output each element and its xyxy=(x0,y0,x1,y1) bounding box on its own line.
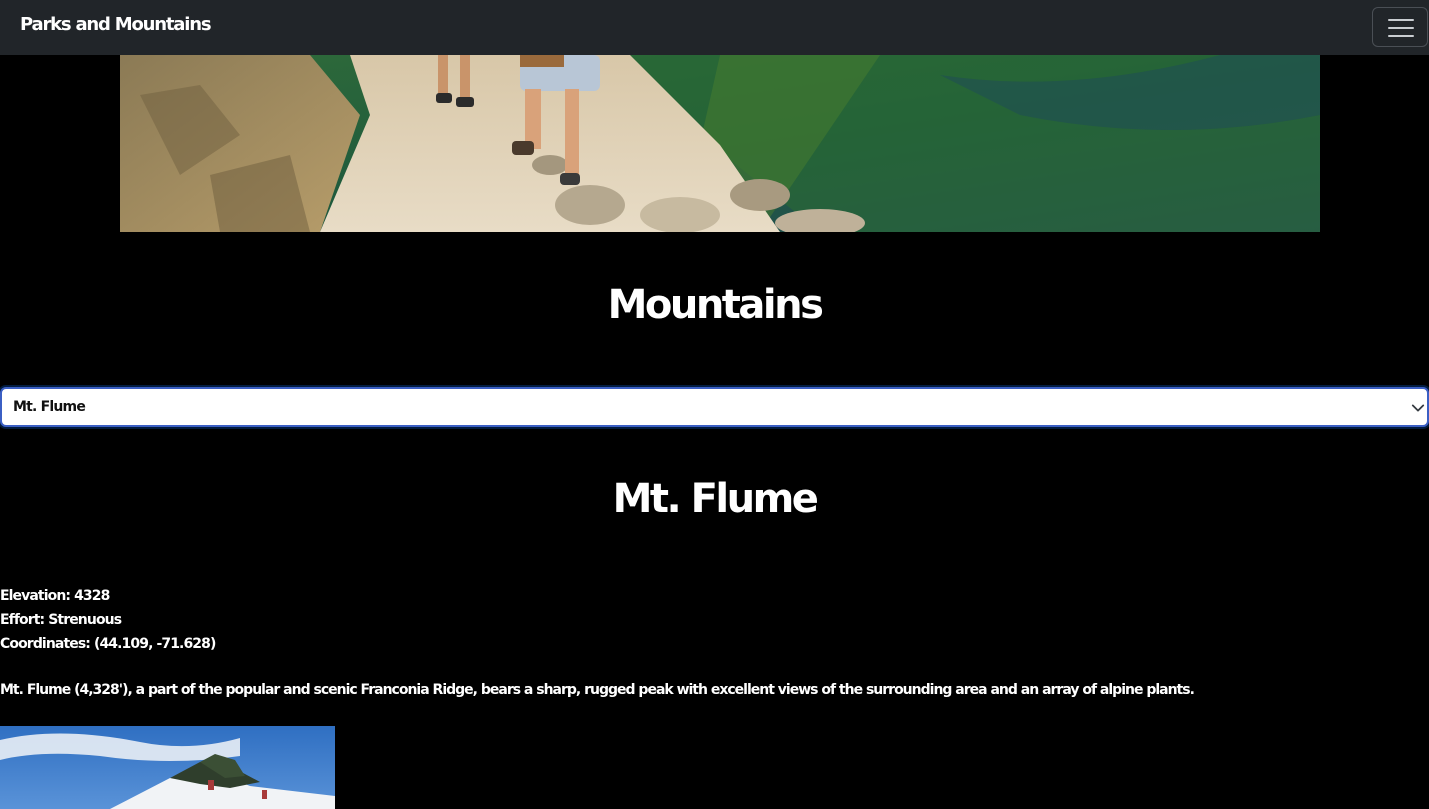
hero-image xyxy=(120,55,1320,232)
coordinates-text: Coordinates: (44.109, -71.628) xyxy=(0,636,216,652)
mountain-photo-illustration xyxy=(0,726,335,809)
mountain-select[interactable]: Mt. Flume xyxy=(0,387,1429,427)
mountain-photo xyxy=(0,726,335,809)
navbar: Parks and Mountains xyxy=(0,0,1429,55)
mountain-name-heading: Mt. Flume xyxy=(612,476,819,522)
effort-text: Effort: Strenuous xyxy=(0,612,122,628)
page-title: Mountains xyxy=(607,282,824,328)
navbar-brand[interactable]: Parks and Mountains xyxy=(20,14,212,35)
elevation-text: Elevation: 4328 xyxy=(0,588,110,604)
chevron-down-icon xyxy=(1411,404,1425,412)
navbar-toggle-button[interactable] xyxy=(1372,7,1428,47)
mountain-select-value: Mt. Flume xyxy=(13,399,86,415)
menu-icon xyxy=(1388,19,1414,37)
hero-illustration xyxy=(120,55,1320,232)
mountain-description: Mt. Flume (4,328'), a part of the popula… xyxy=(0,682,1195,698)
mountain-details: Elevation: 4328 Effort: Strenuous Coordi… xyxy=(0,584,216,656)
